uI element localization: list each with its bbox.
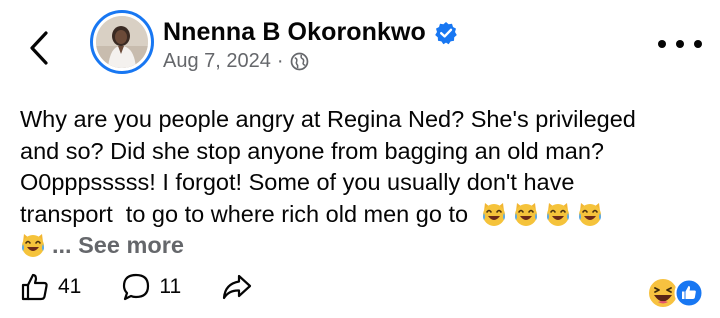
see-more-link[interactable]: See more <box>78 232 184 258</box>
post-text-line-with-emoji: transport to go to where rich old men go… <box>20 199 710 231</box>
back-button[interactable] <box>24 28 54 68</box>
thumbs-up-icon <box>21 273 48 301</box>
comment-bubble-icon <box>123 273 150 301</box>
avatar-image <box>96 16 148 68</box>
share-button[interactable] <box>221 272 253 302</box>
post-meta: Aug 7, 2024 · <box>163 50 309 73</box>
post-text-line: O0pppsssss! I forgot! Some of you usuall… <box>20 169 575 195</box>
post-actions: 41 11 <box>20 272 253 302</box>
laughing-crying-cat-emoji <box>577 201 603 227</box>
comment-count: 11 <box>159 275 182 298</box>
reaction-summary[interactable] <box>646 276 706 310</box>
post-text-line: transport to go to where rich old men go… <box>20 200 469 227</box>
verified-badge-icon <box>434 21 458 45</box>
globe-icon <box>290 52 308 71</box>
like-reaction-icon <box>674 278 704 308</box>
comment-button[interactable]: 11 <box>121 272 181 302</box>
laughing-crying-cat-emoji <box>20 232 46 258</box>
laughing-crying-cat-emoji <box>513 201 539 227</box>
avatar[interactable] <box>90 10 154 74</box>
author-name[interactable]: Nnenna B Okoronkwo <box>163 18 426 47</box>
back-chevron-icon <box>30 31 48 65</box>
author-name-row: Nnenna B Okoronkwo <box>163 18 458 47</box>
like-count: 41 <box>58 275 82 298</box>
post-date[interactable]: Aug 7, 2024 <box>163 50 271 73</box>
meta-separator: · <box>276 50 284 72</box>
like-button[interactable]: 41 <box>20 272 81 302</box>
post-text-line: and so? Did she stop anyone from bagging… <box>20 137 604 164</box>
post-text-line: Why are you people angry at Regina Ned? … <box>20 106 636 132</box>
post-body: Why are you people angry at Regina Ned? … <box>20 104 710 262</box>
more-options-icon[interactable] <box>658 34 702 54</box>
laughing-crying-cat-emoji <box>481 201 507 227</box>
laughing-crying-cat-emoji <box>545 201 571 227</box>
post-text-last-line: ... See more <box>20 230 710 262</box>
share-arrow-icon <box>223 274 252 300</box>
ellipsis: ... <box>52 232 72 258</box>
